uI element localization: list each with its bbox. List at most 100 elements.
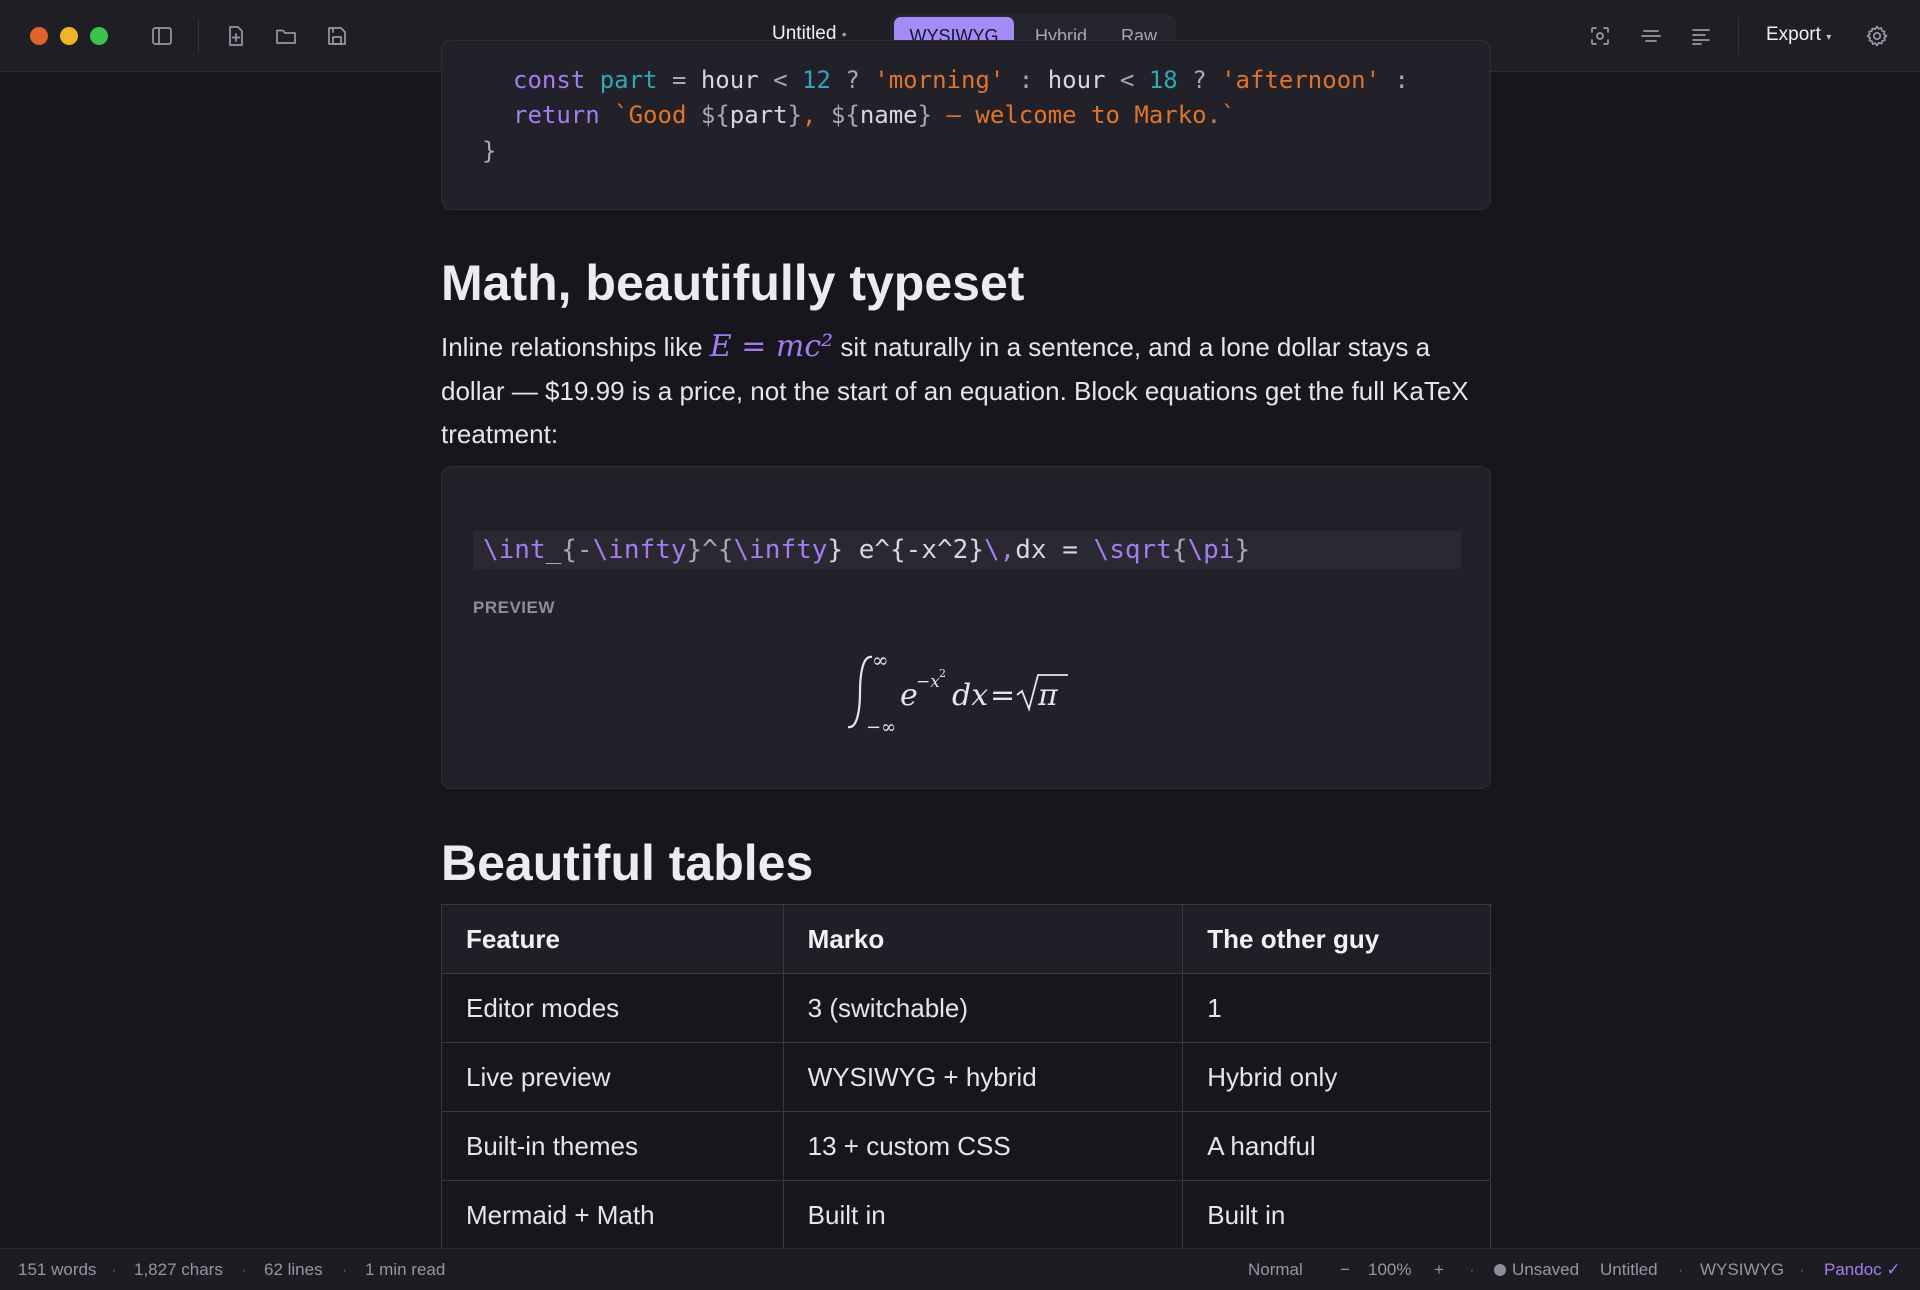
chevron-down-icon: ▾ bbox=[1826, 32, 1832, 43]
table-cell[interactable]: Hybrid only bbox=[1182, 1042, 1491, 1112]
close-window-button[interactable] bbox=[30, 27, 48, 45]
preview-label: PREVIEW bbox=[473, 598, 555, 617]
settings-button[interactable] bbox=[1863, 22, 1891, 50]
latex-token: \infty bbox=[592, 535, 687, 565]
code-token: , bbox=[802, 101, 831, 129]
open-folder-button[interactable] bbox=[272, 22, 300, 50]
save-state: Unsaved bbox=[1494, 1260, 1579, 1280]
zoom-in-button[interactable]: + bbox=[1434, 1260, 1444, 1280]
save-state-text: Unsaved bbox=[1512, 1260, 1580, 1279]
focus-mode-button[interactable] bbox=[1586, 22, 1614, 50]
focus-icon bbox=[1591, 27, 1609, 45]
code-token: name bbox=[859, 101, 918, 129]
svg-text:dx: dx bbox=[952, 678, 988, 713]
export-label: Export bbox=[1766, 24, 1821, 45]
svg-text:2: 2 bbox=[939, 667, 946, 680]
table-cell[interactable]: WYSIWYG + hybrid bbox=[782, 1042, 1184, 1112]
latex-token: } bbox=[1234, 535, 1251, 565]
table-cell[interactable]: Built in bbox=[1182, 1180, 1491, 1250]
status-separator: · bbox=[111, 1260, 117, 1279]
table-row: Mermaid + Math Built in Built in bbox=[441, 1180, 1491, 1250]
svg-text:=: = bbox=[990, 678, 1015, 713]
status-bar: 151 words · 1,827 chars · 62 lines · 1 m… bbox=[0, 1248, 1920, 1290]
table-row: Built-in themes 13 + custom CSS A handfu… bbox=[441, 1111, 1491, 1181]
outline-button[interactable] bbox=[1687, 22, 1715, 50]
code-token: return bbox=[513, 101, 600, 129]
status-separator: · bbox=[1469, 1260, 1475, 1279]
code-line: const part = hour < 12 ? 'morning' : hou… bbox=[513, 66, 1409, 94]
paragraph-style-selector[interactable]: Normal bbox=[1248, 1260, 1303, 1280]
latex-token: } e^{-x^2} bbox=[827, 535, 984, 565]
table-cell[interactable]: Built in bbox=[782, 1180, 1184, 1250]
latex-token: \infty bbox=[733, 535, 828, 565]
paragraph-text: Inline relationships like bbox=[441, 332, 710, 362]
unsaved-dot-icon bbox=[1494, 1264, 1506, 1276]
code-token: = bbox=[657, 66, 701, 94]
save-button[interactable] bbox=[323, 22, 351, 50]
settings-gear-icon bbox=[1866, 25, 1888, 47]
status-separator: · bbox=[342, 1260, 348, 1279]
code-token: — welcome to Marko.` bbox=[932, 101, 1236, 129]
char-count: 1,827 chars bbox=[134, 1260, 223, 1279]
code-token: 18 bbox=[1148, 66, 1178, 94]
read-time: 1 min read bbox=[365, 1260, 446, 1279]
format-button[interactable] bbox=[1637, 22, 1665, 50]
latex-source-editor[interactable]: \int_{-\infty}^{\infty} e^{-x^2}\,dx = \… bbox=[473, 531, 1461, 569]
code-token: hour bbox=[700, 66, 759, 94]
status-separator: · bbox=[1799, 1260, 1805, 1279]
export-format-indicator[interactable]: Pandoc ✓ bbox=[1824, 1260, 1901, 1280]
code-token: : bbox=[1380, 66, 1409, 94]
inline-math[interactable]: E = mc² bbox=[710, 329, 833, 364]
latex-token: { bbox=[1171, 535, 1188, 565]
zoom-out-button[interactable]: − bbox=[1340, 1260, 1350, 1280]
table-cell[interactable]: Built-in themes bbox=[441, 1111, 784, 1181]
feature-comparison-table[interactable]: Feature Marko The other guy Editor modes… bbox=[441, 904, 1491, 1250]
export-menu-button[interactable]: Export ▾ bbox=[1766, 24, 1831, 46]
table-cell[interactable]: Mermaid + Math bbox=[441, 1180, 784, 1250]
code-token: : bbox=[1004, 66, 1048, 94]
code-token: const bbox=[513, 66, 586, 94]
table-cell[interactable]: 1 bbox=[1182, 973, 1491, 1043]
latex-token: \, bbox=[983, 535, 1016, 565]
zoom-level[interactable]: 100% bbox=[1368, 1260, 1411, 1280]
table-cell[interactable]: A handful bbox=[1182, 1111, 1491, 1181]
open-folder-icon bbox=[276, 29, 296, 44]
new-file-icon bbox=[229, 26, 243, 46]
status-separator: · bbox=[1678, 1260, 1684, 1279]
table-cell[interactable]: Live preview bbox=[441, 1042, 784, 1112]
code-token: ? bbox=[1177, 66, 1222, 94]
latex-token: \int bbox=[483, 535, 546, 565]
file-name: Untitled bbox=[1600, 1260, 1658, 1279]
code-token: < bbox=[1105, 66, 1149, 94]
column-header[interactable]: Marko bbox=[782, 904, 1184, 974]
latex-token: }^{ bbox=[686, 535, 734, 565]
new-file-button[interactable] bbox=[222, 22, 250, 50]
code-token: 12 bbox=[802, 66, 831, 94]
latex-token: _{- bbox=[545, 535, 593, 565]
svg-text:−x: −x bbox=[916, 672, 940, 692]
rendered-equation: ∞ −∞ e −x 2 dx = π bbox=[847, 648, 1068, 737]
table-cell[interactable]: Editor modes bbox=[441, 973, 784, 1043]
table-row: Live preview WYSIWYG + hybrid Hybrid onl… bbox=[441, 1042, 1491, 1112]
svg-text:∞: ∞ bbox=[872, 648, 889, 672]
maximize-window-button[interactable] bbox=[90, 27, 108, 45]
math-block[interactable]: \int_{-\infty}^{\infty} e^{-x^2}\,dx = \… bbox=[441, 466, 1491, 789]
code-token: ? bbox=[830, 66, 875, 94]
status-mode[interactable]: WYSIWYG bbox=[1700, 1260, 1784, 1280]
svg-text:π: π bbox=[1037, 678, 1059, 713]
code-line: } bbox=[482, 137, 497, 165]
line-count: 62 lines bbox=[264, 1260, 323, 1279]
table-cell[interactable]: 13 + custom CSS bbox=[782, 1111, 1184, 1181]
sidebar-icon bbox=[152, 27, 172, 45]
table-header-row: Feature Marko The other guy bbox=[441, 904, 1491, 974]
code-token: < bbox=[758, 66, 803, 94]
code-token: part bbox=[729, 101, 788, 129]
code-token: ${ bbox=[830, 101, 860, 129]
toggle-sidebar-button[interactable] bbox=[148, 22, 176, 50]
minimize-window-button[interactable] bbox=[60, 27, 78, 45]
column-header[interactable]: Feature bbox=[441, 904, 784, 974]
table-cell[interactable]: 3 (switchable) bbox=[782, 973, 1184, 1043]
column-header[interactable]: The other guy bbox=[1182, 904, 1491, 974]
status-separator: · bbox=[241, 1260, 247, 1279]
code-block[interactable]: const part = hour < 12 ? 'morning' : hou… bbox=[441, 40, 1491, 210]
